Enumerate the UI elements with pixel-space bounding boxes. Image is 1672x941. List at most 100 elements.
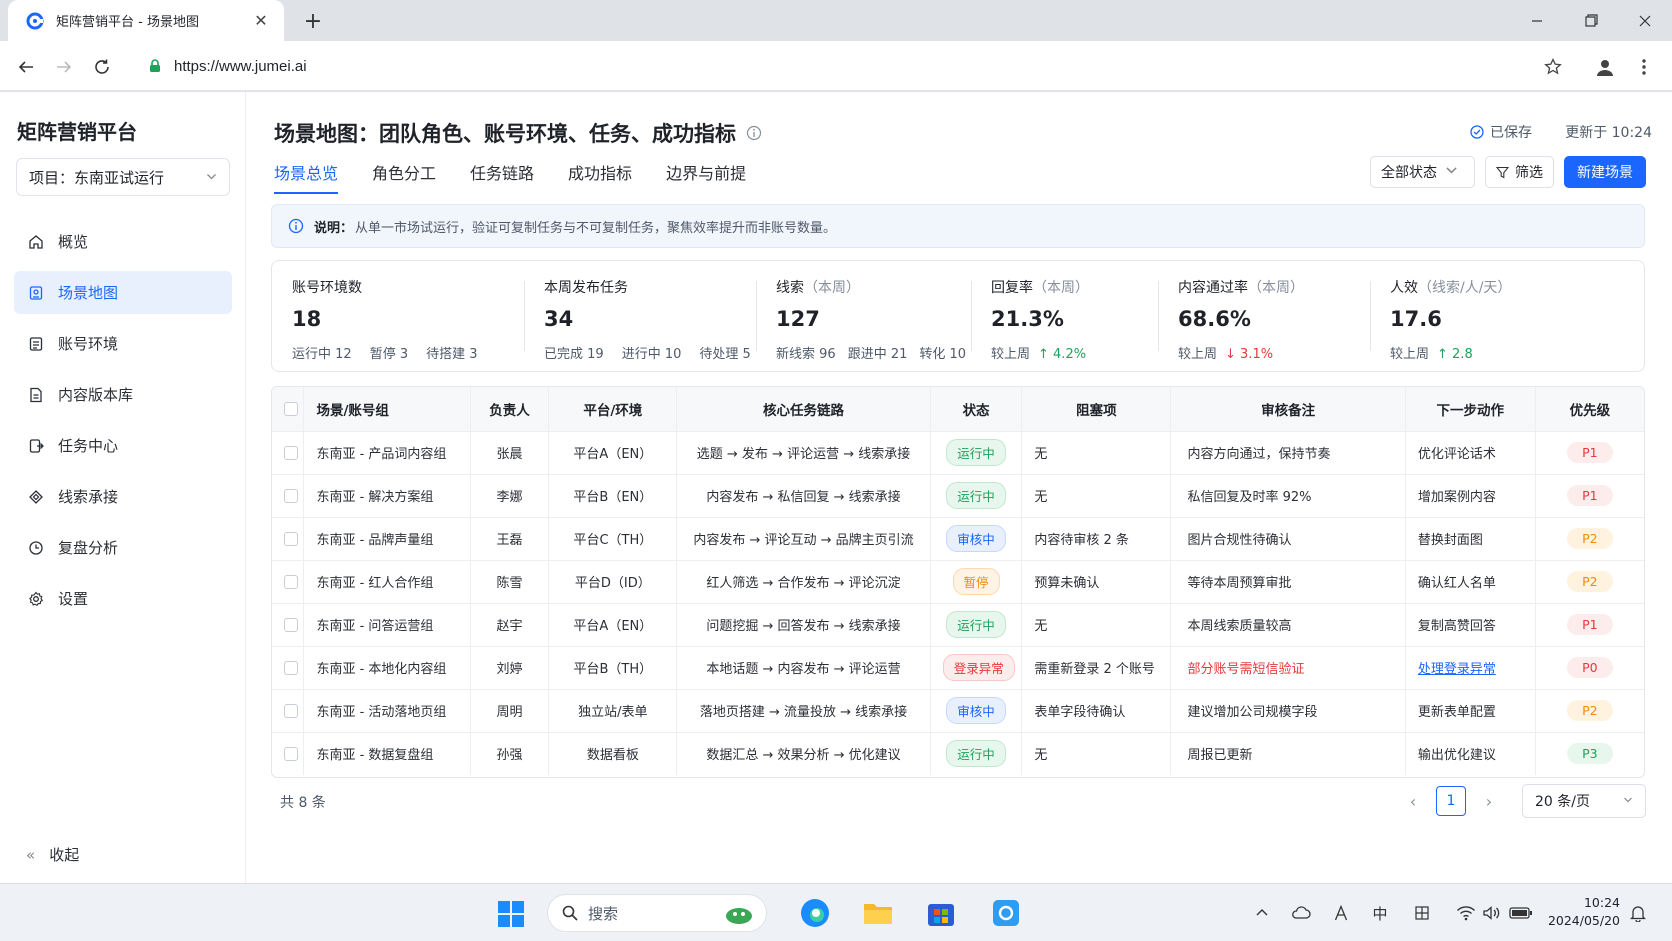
table-row[interactable]: 东南亚 - 问答运营组 赵宇 平台A（EN） 问题挖掘 → 回答发布 → 线索承接 运行…: [272, 603, 1644, 647]
new-scene-button[interactable]: 新建场景: [1564, 156, 1646, 188]
cell-platform: 平台C（TH）: [548, 517, 678, 561]
tab-success-metrics[interactable]: 成功指标: [568, 160, 632, 194]
reload-icon[interactable]: [88, 53, 116, 81]
project-select[interactable]: 项目：东南亚试运行: [16, 158, 230, 196]
status-filter-value: 全部状态: [1381, 165, 1437, 181]
pagination: ‹ 1 › 20 条/页: [1398, 784, 1646, 818]
new-tab-icon[interactable]: +: [300, 8, 326, 34]
sidebar-item-settings[interactable]: 设置: [14, 577, 232, 620]
sidebar-item-overview[interactable]: 概览: [14, 220, 232, 263]
search-icon: [562, 905, 578, 921]
windows-start-icon[interactable]: [497, 900, 525, 928]
cell-owner: 孙强: [470, 732, 550, 775]
forward-icon[interactable]: [50, 53, 78, 81]
sidebar-item-scene-map[interactable]: 场景地图: [14, 271, 232, 314]
sidebar-item-review-analysis[interactable]: 复盘分析: [14, 526, 232, 569]
table-row[interactable]: 东南亚 - 产品词内容组 张晨 平台A（EN） 选题 → 发布 → 评论运营 → 线索…: [272, 431, 1644, 475]
url-field[interactable]: https://www.jumei.ai: [128, 47, 1548, 85]
row-checkbox[interactable]: [284, 660, 298, 675]
tab-boundaries[interactable]: 边界与前提: [666, 160, 746, 194]
table-row[interactable]: 东南亚 - 解决方案组 李娜 平台B（EN） 内容发布 → 私信回复 → 线索承接 运行…: [272, 474, 1644, 518]
cell-priority: P2: [1535, 517, 1644, 561]
cell-platform: 平台A（EN）: [548, 431, 678, 475]
table-row[interactable]: 东南亚 - 本地化内容组 刘婷 平台B（TH） 本地话题 → 内容发布 → 评论运营登…: [272, 646, 1644, 690]
notification-bell-icon[interactable]: [1628, 902, 1648, 924]
row-select-cell: [272, 517, 305, 561]
cell-owner: 刘婷: [470, 646, 550, 690]
table-row[interactable]: 东南亚 - 品牌声量组 王磊 平台C（TH） 内容发布 → 评论互动 → 品牌主页引流…: [272, 517, 1644, 561]
edge-browser-icon[interactable]: [798, 896, 832, 930]
table-row[interactable]: 东南亚 - 红人合作组 陈雪 平台D（ID） 红人筛选 → 合作发布 → 评论沉淀 暂停…: [272, 560, 1644, 604]
ime-mode-icon[interactable]: [1412, 902, 1432, 924]
page-size-select[interactable]: 20 条/页: [1522, 784, 1646, 818]
sidebar-item-leads[interactable]: 线索承接: [14, 475, 232, 518]
row-checkbox[interactable]: [284, 445, 298, 460]
tray-chevron-up-icon[interactable]: [1252, 902, 1272, 924]
minimize-icon[interactable]: [1510, 0, 1564, 41]
font-a-icon[interactable]: [1332, 902, 1350, 924]
status-badge: 登录异常: [942, 654, 1015, 681]
sidebar-item-accounts[interactable]: 账号环境: [14, 322, 232, 365]
info-icon[interactable]: [746, 125, 762, 141]
cell-status: 审核中: [930, 517, 1023, 561]
back-icon[interactable]: [12, 53, 40, 81]
next-page-icon[interactable]: ›: [1474, 792, 1504, 811]
app-launcher-icon[interactable]: [989, 896, 1023, 930]
bookmark-star-icon[interactable]: [1539, 53, 1567, 81]
sidebar-item-task-center[interactable]: 任务中心: [14, 424, 232, 467]
row-checkbox[interactable]: [284, 746, 298, 761]
gear-icon: [28, 591, 44, 606]
sidebar-item-content-library[interactable]: 内容版本库: [14, 373, 232, 416]
table-row[interactable]: 东南亚 - 数据复盘组 孙强 数据看板 数据汇总 → 效果分析 → 优化建议 运行中无周…: [272, 732, 1644, 775]
volume-icon[interactable]: [1481, 902, 1503, 924]
row-checkbox[interactable]: [284, 574, 298, 589]
taskbar-search[interactable]: 搜索: [547, 894, 767, 932]
cell-task-chain: 问题挖掘 → 回答发布 → 线索承接: [676, 603, 931, 647]
row-checkbox[interactable]: [284, 531, 298, 546]
trend-up: ↑ 4.2%: [1038, 347, 1087, 362]
file-explorer-icon[interactable]: [861, 896, 895, 930]
cell-priority: P2: [1535, 560, 1644, 604]
col-header: 阻塞项: [1021, 387, 1172, 432]
tab-scene-overview[interactable]: 场景总览: [274, 160, 339, 194]
more-menu-icon[interactable]: [1630, 53, 1658, 81]
url-text: https://www.jumei.ai: [174, 57, 307, 75]
filter-button[interactable]: 筛选: [1485, 156, 1554, 188]
row-checkbox[interactable]: [284, 488, 298, 503]
close-tab-icon[interactable]: ✕: [250, 10, 272, 32]
table-row[interactable]: 东南亚 - 活动落地页组 周明 独立站/表单 落地页搭建 → 流量投放 → 线索承接审…: [272, 689, 1644, 733]
cell-owner: 李娜: [470, 474, 550, 518]
cell-group: 东南亚 - 问答运营组: [303, 603, 471, 647]
close-window-icon[interactable]: [1618, 0, 1672, 41]
profile-avatar-icon[interactable]: [1591, 53, 1619, 81]
collapse-sidebar-button[interactable]: « 收起: [26, 844, 79, 865]
tab-task-chain[interactable]: 任务链路: [470, 160, 534, 194]
toolbar: 全部状态 筛选 新建场景: [1370, 156, 1646, 188]
stat-label: 本周发布任务: [544, 280, 628, 296]
tab-role-division[interactable]: 角色分工: [372, 160, 436, 194]
select-all-checkbox[interactable]: [284, 401, 298, 416]
row-checkbox[interactable]: [284, 703, 298, 718]
prev-page-icon[interactable]: ‹: [1398, 792, 1428, 811]
cell-next-action: 增加案例内容: [1405, 474, 1536, 518]
taskbar-clock[interactable]: 10:24 2024/05/20: [1544, 894, 1620, 930]
cell-platform: 独立站/表单: [548, 689, 678, 733]
ime-indicator[interactable]: 中: [1370, 902, 1390, 924]
sidebar: 矩阵营销平台 项目：东南亚试运行 概览 场景地图 账号环境 内容版本库 任务中心…: [0, 92, 246, 883]
wifi-icon[interactable]: [1455, 902, 1477, 924]
status-filter-select[interactable]: 全部状态: [1370, 156, 1475, 188]
check-circle-icon: [1470, 125, 1484, 139]
sidebar-item-label: 任务中心: [58, 437, 119, 455]
restore-icon[interactable]: [1564, 0, 1618, 41]
cell-blocker: 无: [1021, 732, 1172, 775]
stat-efficiency: 人效（线索/人/天） 17.6 较上周 ↑ 2.8: [1370, 261, 1644, 371]
cloud-icon[interactable]: [1290, 902, 1312, 924]
store-icon[interactable]: [924, 896, 958, 930]
row-checkbox[interactable]: [284, 617, 298, 632]
cell-status: 运行中: [930, 732, 1023, 775]
battery-icon[interactable]: [1508, 902, 1534, 924]
browser-tab[interactable]: 矩阵营销平台 - 场景地图 ✕: [8, 0, 284, 41]
cell-blocker: 无: [1021, 603, 1172, 647]
page-number-button[interactable]: 1: [1436, 786, 1466, 816]
next-action-link[interactable]: 处理登录异常: [1418, 662, 1496, 677]
